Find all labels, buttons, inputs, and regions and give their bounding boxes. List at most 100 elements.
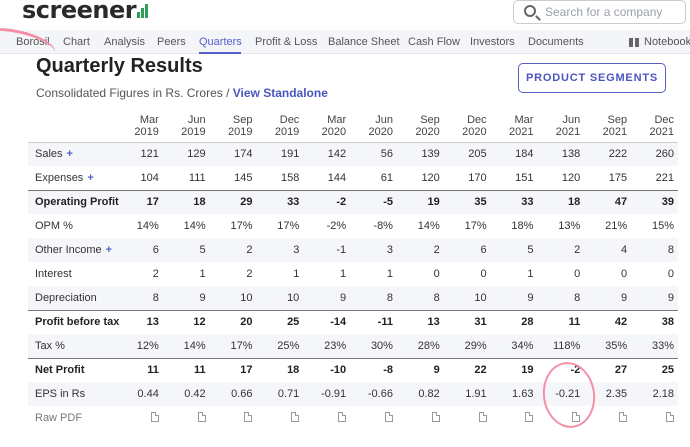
nav-item-balance-sheet[interactable]: Balance Sheet bbox=[328, 36, 400, 48]
table-cell: 17% bbox=[230, 220, 253, 232]
table-cell: 30% bbox=[350, 334, 397, 358]
table-cell: 17 bbox=[209, 357, 257, 382]
table-cell: 191 bbox=[256, 142, 304, 166]
product-segments-button[interactable]: PRODUCT SEGMENTS bbox=[518, 63, 666, 93]
pdf-link[interactable] bbox=[397, 406, 444, 430]
pdf-link[interactable] bbox=[491, 406, 538, 430]
column-header: Dec 2020 bbox=[443, 108, 491, 143]
table-cell: 145 bbox=[234, 171, 253, 184]
table-cell: -0.66 bbox=[350, 382, 397, 406]
pdf-link[interactable] bbox=[303, 406, 350, 430]
table-cell: 1 bbox=[199, 268, 206, 280]
expand-plus-icon[interactable]: + bbox=[87, 172, 93, 184]
table-cell: 42 bbox=[584, 309, 632, 334]
nav-item-chart[interactable]: Chart bbox=[63, 36, 90, 48]
screener-logo[interactable]: screener bbox=[22, 0, 151, 24]
nav-item-notebook[interactable]: Notebook bbox=[644, 36, 690, 48]
table-cell: 29% bbox=[443, 334, 491, 358]
table-cell: 17% bbox=[209, 334, 257, 358]
table-row: Interest 2 1 2 1 1 1 0 0 1 0 0 0 bbox=[28, 262, 678, 286]
table-cell: 0 bbox=[620, 268, 628, 280]
table-cell: 28% bbox=[396, 334, 444, 358]
table-cell: -11 bbox=[350, 309, 397, 334]
table-cell: 38 bbox=[631, 309, 678, 334]
pdf-link[interactable] bbox=[256, 406, 303, 430]
table-cell: 18% bbox=[511, 220, 534, 232]
table-row: Tax % 12% 14% 17% 25% 23% 30% 28% 29% 34% 118% 35% 3… bbox=[28, 334, 678, 358]
row-label[interactable]: Expenses + bbox=[28, 166, 116, 190]
top-bar: screener bbox=[0, 0, 690, 30]
table-cell: 151 bbox=[515, 171, 534, 184]
table-cell: 142 bbox=[303, 142, 351, 166]
table-cell: 17% bbox=[277, 220, 300, 232]
table-cell: 2 bbox=[396, 238, 444, 262]
row-label-text: Other Income bbox=[35, 244, 102, 256]
table-cell: 25 bbox=[256, 309, 304, 334]
pdf-link[interactable] bbox=[444, 406, 491, 430]
table-row: Depreciation 8 9 10 10 9 8 8 10 9 8 9 9 bbox=[28, 286, 678, 310]
notebook-icon bbox=[629, 38, 639, 47]
row-label-text: Tax % bbox=[35, 339, 65, 352]
raw-pdf-label: Raw PDF bbox=[35, 412, 83, 424]
table-cell: 121 bbox=[116, 142, 163, 166]
nav-item-peers[interactable]: Peers bbox=[157, 36, 186, 48]
expand-plus-icon[interactable]: + bbox=[67, 148, 73, 160]
nav-item-quarters[interactable]: Quarters bbox=[199, 36, 242, 48]
table-cell: 13% bbox=[558, 220, 581, 232]
pdf-link[interactable] bbox=[116, 406, 163, 430]
table-cell: 260 bbox=[631, 142, 678, 166]
nav-item-documents[interactable]: Documents bbox=[528, 36, 584, 48]
table-row: Profit before tax 13 12 20 25 -14 -11 13 31 28 11 4… bbox=[28, 309, 678, 334]
row-label[interactable]: Sales + bbox=[28, 142, 116, 166]
table-cell: 1 bbox=[527, 268, 534, 280]
row-label-text: Operating Profit bbox=[35, 196, 119, 209]
row-label: Net Profit bbox=[28, 357, 116, 382]
table-cell: 222 bbox=[584, 142, 632, 166]
table-cell: 1 bbox=[293, 268, 300, 280]
column-header: Dec 2021 bbox=[631, 108, 678, 143]
logo-bars-icon bbox=[137, 3, 151, 18]
pdf-link[interactable] bbox=[163, 406, 210, 430]
table-cell: 1.91 bbox=[443, 382, 491, 406]
table-header-row: Mar 2019 Jun 2019 Sep 2019 Dec 2019 Mar 2020 … bbox=[28, 108, 678, 143]
nav-item-analysis[interactable]: Analysis bbox=[104, 36, 145, 48]
table-cell: 8 bbox=[631, 238, 678, 262]
table-cell: 0.82 bbox=[396, 382, 444, 406]
table-cell: 170 bbox=[468, 171, 487, 184]
subtitle: Consolidated Figures in Rs. Crores / Vie… bbox=[36, 86, 328, 100]
table-cell: 3 bbox=[256, 238, 304, 262]
expand-plus-icon[interactable]: + bbox=[106, 244, 112, 256]
table-cell: 19 bbox=[396, 189, 444, 214]
search-input[interactable] bbox=[545, 4, 680, 20]
nav-item-cash-flow[interactable]: Cash Flow bbox=[408, 36, 460, 48]
table-cell: 221 bbox=[655, 171, 674, 184]
table-cell: 39 bbox=[631, 189, 678, 214]
table-row: Sales +121 129 174 191 142 56 139 205 184 138 222 26… bbox=[28, 142, 678, 166]
view-standalone-link[interactable]: View Standalone bbox=[233, 86, 328, 100]
nav-item-investors[interactable]: Investors bbox=[470, 36, 515, 48]
row-label-text: EPS in Rs bbox=[35, 388, 86, 400]
table-cell: 35 bbox=[443, 189, 491, 214]
column-header: Jun 2021 bbox=[537, 108, 585, 143]
row-label[interactable]: Other Income + bbox=[28, 238, 116, 262]
pdf-link[interactable] bbox=[210, 406, 257, 430]
header-blank bbox=[28, 108, 116, 143]
search-box[interactable] bbox=[513, 0, 686, 24]
table-cell: -5 bbox=[350, 189, 397, 214]
table-cell: 19 bbox=[490, 357, 538, 382]
table-cell: -1 bbox=[303, 238, 351, 262]
column-header: Mar 2021 bbox=[490, 108, 538, 143]
table-cell: 13 bbox=[116, 309, 163, 334]
table-cell: 27 bbox=[584, 357, 632, 382]
pdf-link[interactable] bbox=[631, 406, 678, 430]
pdf-link[interactable] bbox=[350, 406, 397, 430]
table-cell: 33% bbox=[631, 334, 678, 358]
table-cell: 8 bbox=[116, 286, 163, 310]
row-label: OPM % bbox=[28, 214, 116, 238]
table-cell: 1 bbox=[386, 268, 393, 280]
table-cell: 0 bbox=[667, 268, 674, 280]
nav-item-profit-loss[interactable]: Profit & Loss bbox=[255, 36, 317, 48]
table-cell: 28 bbox=[490, 309, 538, 334]
table-cell: 11 bbox=[162, 357, 210, 382]
table-cell: -10 bbox=[303, 357, 351, 382]
